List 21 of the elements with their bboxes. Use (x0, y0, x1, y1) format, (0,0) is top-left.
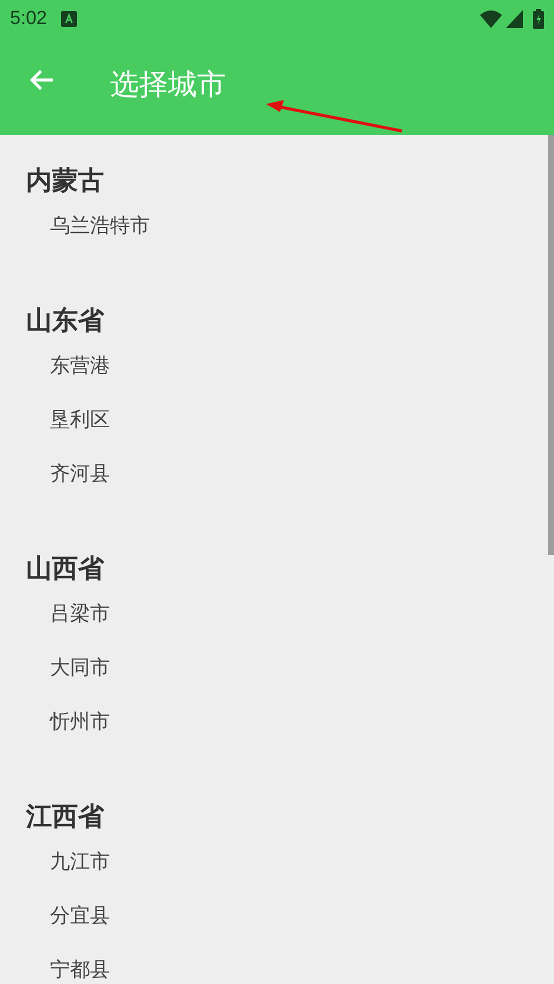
city-item[interactable]: 分宜县 (0, 889, 548, 943)
battery-icon (533, 9, 544, 29)
back-arrow-icon (29, 68, 55, 92)
city-item[interactable]: 东营港 (0, 339, 548, 393)
city-item[interactable]: 大同市 (0, 641, 548, 695)
city-item[interactable]: 吕梁市 (0, 587, 548, 641)
province-heading: 山西省 (26, 552, 104, 584)
keyboard-icon (60, 11, 77, 27)
province-heading: 山东省 (26, 304, 104, 336)
city-item[interactable]: 齐河县 (0, 447, 548, 501)
wifi-icon (480, 10, 502, 28)
city-item[interactable]: 九江市 (0, 835, 548, 889)
city-item[interactable]: 垦利区 (0, 393, 548, 447)
province-heading: 江西省 (26, 800, 104, 832)
city-item[interactable]: 忻州市 (0, 695, 548, 749)
city-item[interactable]: 乌兰浩特市 (0, 199, 548, 253)
status-time: 5:02 (10, 6, 47, 31)
signal-icon (506, 10, 523, 28)
province-heading: 内蒙古 (26, 164, 104, 196)
city-item[interactable]: 宁都县 (0, 943, 548, 984)
app-bar-title: 选择城市 (110, 68, 226, 103)
